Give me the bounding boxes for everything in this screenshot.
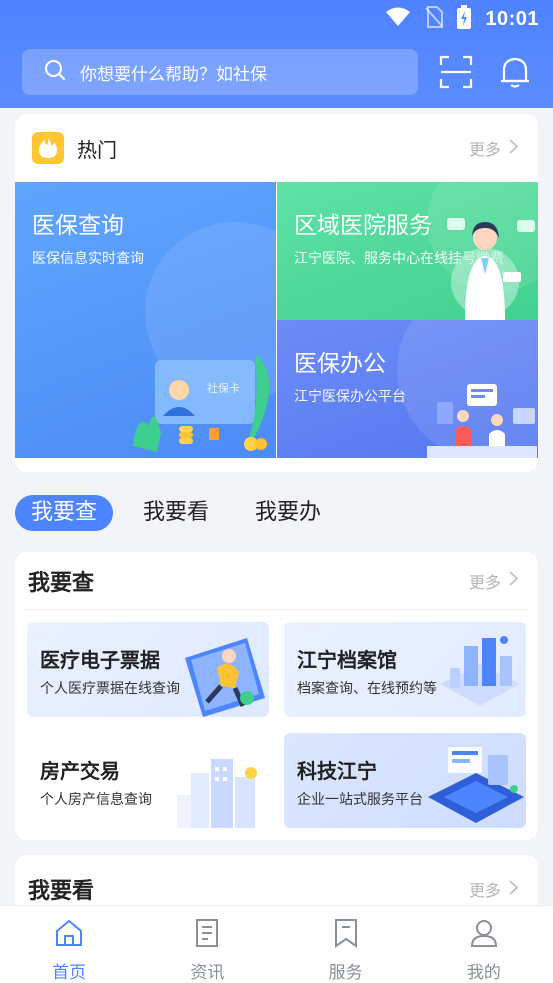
bottom-navigation: 首页 资讯 服务 我的 <box>0 905 553 983</box>
tile-title: 区域医院服务 <box>294 213 432 239</box>
chevron-right-icon <box>509 571 519 590</box>
nav-profile[interactable]: 我的 <box>415 906 553 983</box>
tile-medical-insurance-query[interactable]: 医保查询 医保信息实时查询 社保卡 <box>15 182 276 458</box>
chevron-right-icon <box>509 879 519 899</box>
service-medical-e-receipt[interactable]: 医疗电子票据 个人医疗票据在线查询 <box>27 622 269 717</box>
section-title: 我要查 <box>28 570 95 596</box>
service-title: 科技江宁 <box>297 759 377 783</box>
chevron-right-icon <box>509 138 519 158</box>
office-illustration <box>427 380 537 458</box>
section-title: 我要看 <box>28 879 95 904</box>
tab-view[interactable]: 我要看 <box>127 495 225 531</box>
service-subtitle: 企业一站式服务平台 <box>297 792 423 808</box>
service-tech-jiangning[interactable]: 科技江宁 企业一站式服务平台 <box>284 733 526 828</box>
service-title: 房产交易 <box>40 759 120 783</box>
section-check-card: 我要查 更多 医疗电子票据 个人医疗票据在线查询 江宁档案馆 档案查询、在线预约… <box>15 552 538 840</box>
home-icon <box>54 918 84 952</box>
buildings-illustration <box>177 743 269 828</box>
doctor-illustration <box>445 210 538 320</box>
insurance-card-illustration: 社保卡 <box>127 342 276 458</box>
more-label: 更多 <box>468 572 501 592</box>
nav-home[interactable]: 首页 <box>0 906 138 983</box>
status-bar: 10:01 <box>385 5 539 33</box>
hot-tiles: 医保查询 医保信息实时查询 社保卡 区域医院服务 江宁医院、服务中心在线挂号缴费… <box>15 182 538 458</box>
service-house-transaction[interactable]: 房产交易 个人房产信息查询 <box>27 733 269 828</box>
no-sim-icon <box>425 6 444 32</box>
more-label: 更多 <box>468 140 501 159</box>
scan-icon[interactable] <box>438 54 474 90</box>
service-subtitle: 个人医疗票据在线查询 <box>40 681 180 697</box>
tab-check[interactable]: 我要查 <box>15 495 114 531</box>
nav-news[interactable]: 资讯 <box>138 906 276 983</box>
nav-label: 首页 <box>52 963 87 983</box>
service-jiangning-archives[interactable]: 江宁档案馆 档案查询、在线预约等 <box>284 622 526 717</box>
tech-platform-illustration <box>424 739 526 828</box>
hot-title: 热门 <box>77 137 117 162</box>
bell-icon[interactable] <box>497 54 533 90</box>
hot-card: 热门 更多 医保查询 医保信息实时查询 社保卡 区域医院服务 江宁医院、服务中心… <box>15 114 538 472</box>
service-subtitle: 个人房产信息查询 <box>40 792 152 808</box>
section-view-more-link[interactable]: 更多 <box>468 877 519 901</box>
search-bar[interactable]: 你想要什么帮助？如社保 <box>22 49 418 95</box>
tile-regional-hospital-service[interactable]: 区域医院服务 江宁医院、服务中心在线挂号缴费 <box>277 182 538 320</box>
wifi-icon <box>385 7 411 31</box>
section-check-more-link[interactable]: 更多 <box>468 569 519 593</box>
section-check-header: 我要查 更多 <box>25 552 528 610</box>
receipt-illustration <box>177 628 269 717</box>
nav-label: 资讯 <box>190 963 225 983</box>
card-label: 社保卡 <box>207 382 240 395</box>
tile-subtitle: 医保信息实时查询 <box>32 251 144 267</box>
flame-icon <box>32 132 64 164</box>
archives-illustration <box>434 630 526 717</box>
tile-title: 医保办公 <box>294 351 386 377</box>
tile-title: 医保查询 <box>32 213 124 239</box>
top-header: 10:01 你想要什么帮助？如社保 <box>0 0 553 108</box>
hot-more-link[interactable]: 更多 <box>468 136 519 160</box>
service-title: 江宁档案馆 <box>297 648 397 672</box>
battery-charging-icon <box>457 5 472 33</box>
category-tabs: 我要查 我要看 我要办 <box>15 494 351 532</box>
tab-handle[interactable]: 我要办 <box>239 495 337 531</box>
nav-label: 我的 <box>466 963 501 983</box>
service-title: 医疗电子票据 <box>40 648 160 672</box>
tile-insurance-office[interactable]: 医保办公 江宁医保办公平台 <box>277 320 538 458</box>
hot-header: 热门 更多 <box>15 114 538 182</box>
more-label: 更多 <box>468 881 501 900</box>
nav-services[interactable]: 服务 <box>277 906 415 983</box>
nav-label: 服务 <box>328 963 363 983</box>
news-icon <box>192 918 222 952</box>
tile-subtitle: 江宁医保办公平台 <box>294 389 406 405</box>
user-icon <box>469 918 499 952</box>
search-placeholder: 你想要什么帮助？如社保 <box>80 64 267 85</box>
status-time: 10:01 <box>485 7 539 30</box>
bookmark-icon <box>331 918 361 952</box>
search-icon <box>44 59 66 85</box>
service-subtitle: 档案查询、在线预约等 <box>297 681 437 697</box>
